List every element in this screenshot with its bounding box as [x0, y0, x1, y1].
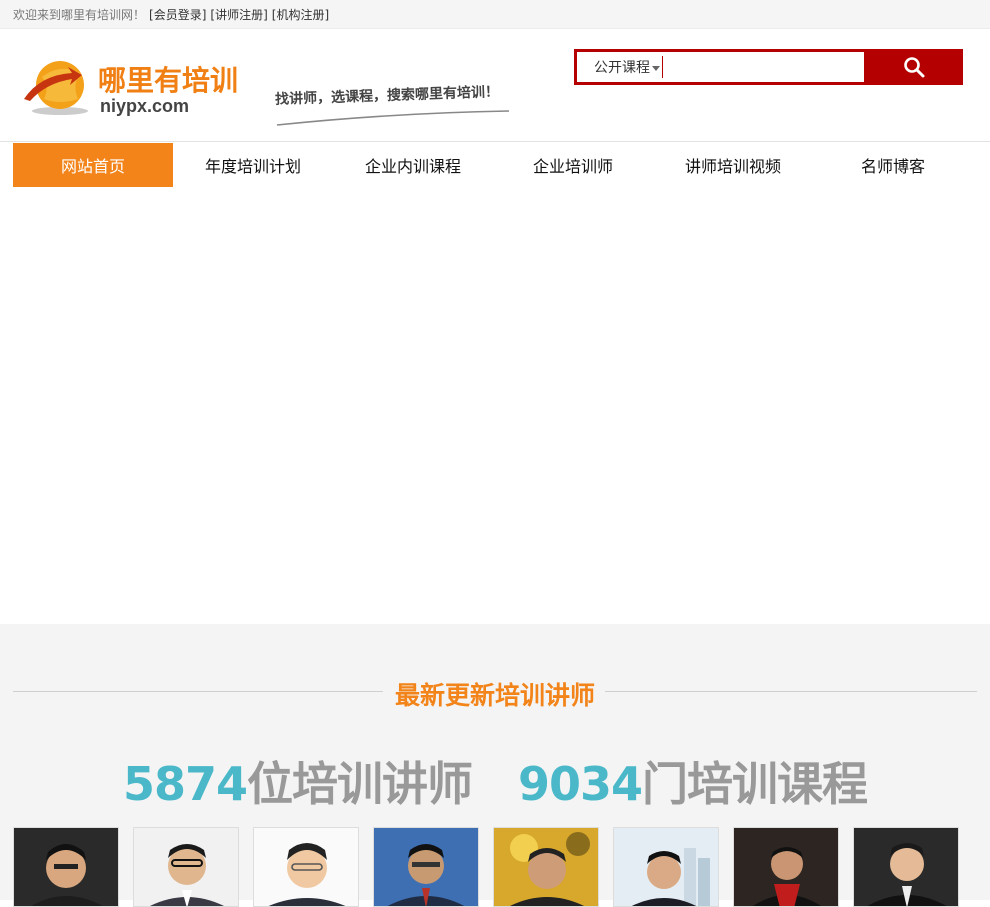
nav-item-trainers[interactable]: 企业培训师 [493, 143, 653, 187]
logo-name: 哪里有培训 [98, 64, 239, 97]
course-count: 9034 [518, 757, 643, 811]
logo-globe-icon [24, 61, 88, 115]
stats-line: 5874位培训讲师 9034门培训课程 [0, 748, 990, 814]
trainer-photo[interactable] [613, 827, 719, 907]
nav-item-videos[interactable]: 讲师培训视频 [653, 143, 813, 187]
course-count-label: 门培训课程 [642, 757, 868, 811]
banner-area [0, 187, 990, 624]
trainer-portrait-image [753, 847, 821, 906]
member-login-link[interactable]: [会员登录] [149, 6, 206, 23]
trainer-portrait-image [510, 832, 590, 906]
trainer-photo[interactable] [733, 827, 839, 907]
latest-trainers-section: 最新更新培训讲师 5874位培训讲师 9034门培训课程 [0, 624, 990, 907]
trainer-photo[interactable] [493, 827, 599, 907]
slogan-underline [276, 110, 510, 126]
logo-domain: niypx.com [100, 96, 190, 116]
search-input[interactable] [662, 56, 857, 78]
search-box: 公开课程 [577, 52, 864, 82]
section-title-text: 最新更新培训讲师 [388, 681, 601, 710]
search-category-label: 公开课程 [594, 60, 650, 76]
search-icon [903, 57, 924, 78]
trainer-photo-row [13, 827, 973, 907]
trainer-photo[interactable] [853, 827, 959, 907]
main-nav: 网站首页 年度培训计划 企业内训课程 企业培训师 讲师培训视频 名师博客 [13, 143, 973, 187]
trainer-photo[interactable] [373, 827, 479, 907]
trainer-photo[interactable] [13, 827, 119, 907]
org-register-link[interactable]: [机构注册] [272, 6, 329, 23]
trainer-portrait-image [31, 844, 103, 906]
nav-item-annual-plan[interactable]: 年度培训计划 [173, 143, 333, 187]
section-title-wrap: 最新更新培训讲师 [13, 676, 977, 710]
trainer-portrait-image [387, 844, 465, 906]
trainer-photo[interactable] [253, 827, 359, 907]
site-header: 哪里有培训 niypx.com 找讲师，选课程，搜索哪里有培训！ 公开课程 [0, 29, 990, 142]
nav-item-inhouse-courses[interactable]: 企业内训课程 [333, 143, 493, 187]
trainer-portrait-image [632, 848, 710, 906]
search-bar: 公开课程 [574, 49, 963, 85]
nav-item-blogs[interactable]: 名师博客 [813, 143, 973, 187]
trainer-portrait-image [150, 844, 224, 906]
trainer-count: 5874 [122, 757, 248, 811]
trainer-photo[interactable] [133, 827, 239, 907]
trainer-count-label: 位培训讲师 [247, 757, 473, 811]
section-title: 最新更新培训讲师 [13, 676, 977, 712]
search-category-select[interactable]: 公开课程 [577, 52, 660, 82]
welcome-text: 欢迎来到哪里有培训网！ [13, 7, 146, 22]
search-button[interactable] [864, 49, 963, 85]
site-logo[interactable]: 哪里有培训 niypx.com [20, 49, 245, 129]
trainer-portrait-image [268, 843, 346, 906]
teacher-register-link[interactable]: [讲师注册] [210, 6, 267, 23]
slogan-text: 找讲师，选课程，搜索哪里有培训！ [274, 84, 500, 108]
slogan: 找讲师，选课程，搜索哪里有培训！ [273, 84, 518, 135]
nav-item-home[interactable]: 网站首页 [13, 143, 173, 187]
chevron-down-icon [652, 65, 660, 71]
top-bar: 欢迎来到哪里有培训网！ [会员登录] [讲师注册] [机构注册] [0, 0, 990, 29]
trainer-portrait-image [867, 843, 947, 906]
